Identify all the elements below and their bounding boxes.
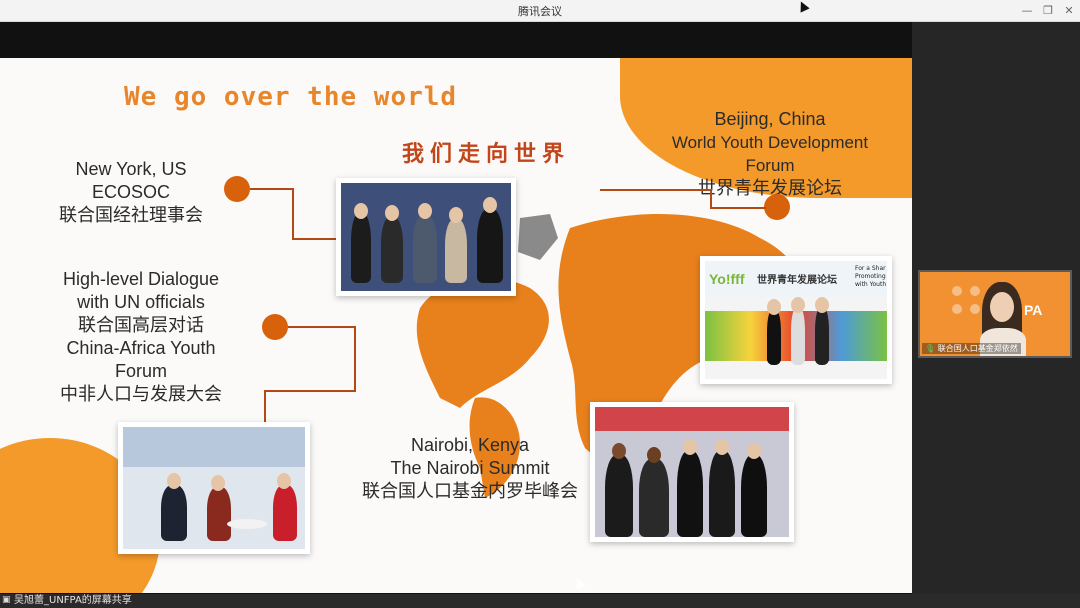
participant-face: [990, 292, 1014, 322]
meeting-window: 腾讯会议 — ❐ ✕ We go over the world 我们走向世界 N…: [0, 0, 1080, 608]
connector-line: [354, 326, 356, 392]
beijing-label: Beijing, China World Youth Development F…: [640, 108, 900, 200]
mic-icon: 🎙: [925, 344, 936, 353]
title-bar: 腾讯会议 — ❐ ✕: [0, 0, 1080, 22]
slide-heading-en: We go over the world: [124, 82, 458, 112]
restore-icon[interactable]: ❐: [1039, 2, 1057, 20]
nairobi-summit-cn: 联合国人口基金内罗毕峰会: [362, 481, 578, 501]
forum-photo: Yo!fff 世界青年发展论坛 For a Shar Promoting wit…: [700, 256, 892, 384]
connector-line: [292, 238, 337, 240]
connector-line: [600, 189, 712, 191]
dialogue-photo: [118, 422, 310, 554]
status-bar: ▣ 吴旭蕾_UNFPA的屏幕共享: [0, 594, 1080, 608]
dialogue-line5: Forum: [114, 361, 167, 381]
minimize-icon[interactable]: —: [1018, 2, 1036, 20]
newyork-marker-dot: [224, 176, 250, 202]
shared-screen: We go over the world 我们走向世界 New York, US…: [0, 22, 912, 594]
dialogue-line2: with UN officials: [77, 292, 205, 312]
group-photo: [336, 178, 516, 296]
forum-banner-text: 世界青年发展论坛: [757, 275, 837, 286]
dialogue-marker-dot: [262, 314, 288, 340]
connector-line: [710, 207, 766, 209]
dialogue-label: High-level Dialogue with UN officials 联合…: [30, 268, 252, 406]
video-badge-text: PA: [1024, 302, 1043, 318]
participant-name-text: 联合国人口基金郑依然: [937, 344, 1018, 353]
nairobi-city: Nairobi, Kenya: [410, 435, 530, 455]
forum-side-text: For a Shar Promoting with Youth: [855, 265, 887, 288]
presentation-slide: We go over the world 我们走向世界 New York, US…: [0, 58, 912, 593]
dialogue-line1: High-level Dialogue: [62, 269, 220, 289]
newyork-org-cn: 联合国经社理事会: [59, 205, 203, 225]
slide-heading-cn: 我们走向世界: [402, 141, 571, 167]
beijing-forum-2: Forum: [745, 156, 795, 175]
nairobi-summit: The Nairobi Summit: [390, 458, 550, 478]
screen-share-label: 吴旭蕾_UNFPA的屏幕共享: [14, 595, 132, 606]
window-title: 腾讯会议: [518, 5, 562, 18]
nairobi-label: Nairobi, Kenya The Nairobi Summit 联合国人口基…: [350, 434, 590, 503]
dialogue-line6: 中非人口与发展大会: [60, 384, 222, 404]
connector-line: [250, 188, 292, 190]
beijing-city: Beijing, China: [714, 109, 826, 129]
newyork-city: New York, US: [75, 159, 187, 179]
nairobi-photo: [590, 402, 794, 542]
close-icon[interactable]: ✕: [1060, 2, 1078, 20]
connector-line: [288, 326, 356, 328]
newyork-label: New York, US ECOSOC 联合国经社理事会: [40, 158, 222, 227]
forum-logo: Yo!fff: [709, 271, 745, 287]
connector-line: [266, 390, 356, 392]
newyork-org: ECOSOC: [91, 182, 170, 202]
share-icon: ▣: [2, 595, 11, 605]
participant-video-tile[interactable]: PA 🎙 联合国人口基金郑依然: [918, 270, 1072, 358]
dialogue-line4: China-Africa Youth: [66, 338, 216, 358]
connector-line: [292, 188, 294, 238]
participant-name: 🎙 联合国人口基金郑依然: [922, 343, 1021, 354]
connector-line: [710, 189, 712, 209]
beijing-marker-dot: [764, 194, 790, 220]
beijing-forum: World Youth Development: [671, 133, 869, 152]
dialogue-line3: 联合国高层对话: [78, 315, 204, 335]
